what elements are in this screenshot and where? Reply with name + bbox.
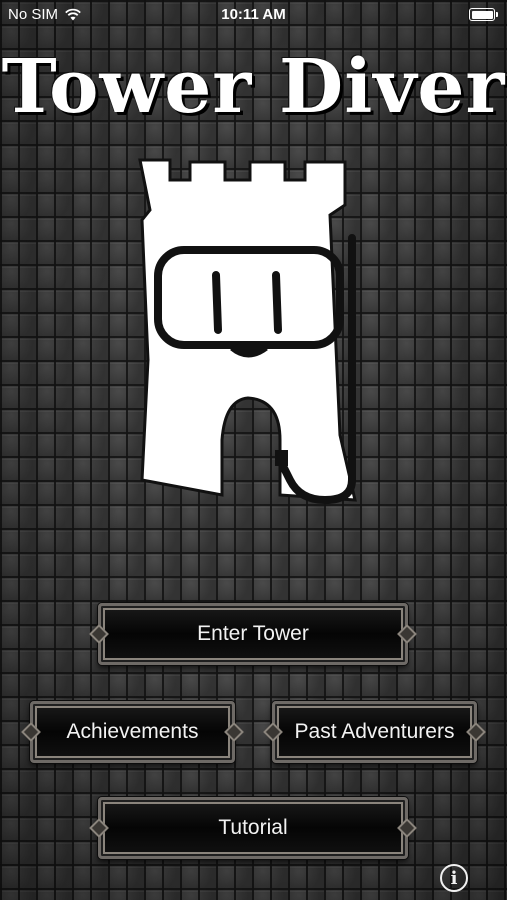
past-adventurers-button[interactable]: Past Adventurers [272, 701, 477, 763]
enter-tower-button[interactable]: Enter Tower [98, 603, 408, 665]
main-menu-screen: No SIM 10:11 AM Tower Diver Enter Tower … [0, 0, 507, 900]
status-time: 10:11 AM [221, 6, 286, 23]
tower-diver-logo [138, 158, 357, 505]
status-bar: No SIM 10:11 AM [0, 0, 507, 30]
snorkel-tip [275, 450, 288, 466]
left-eye [212, 271, 222, 334]
game-title: Tower Diver [1, 44, 506, 130]
battery-icon [469, 8, 498, 21]
right-eye [272, 271, 282, 334]
battery-level-fill [471, 10, 493, 19]
info-icon-glyph: i [450, 867, 458, 889]
tower-body-shape [138, 158, 357, 502]
achievements-button[interactable]: Achievements [30, 701, 235, 763]
info-icon[interactable]: i [440, 864, 468, 892]
tutorial-button[interactable]: Tutorial [98, 797, 408, 859]
